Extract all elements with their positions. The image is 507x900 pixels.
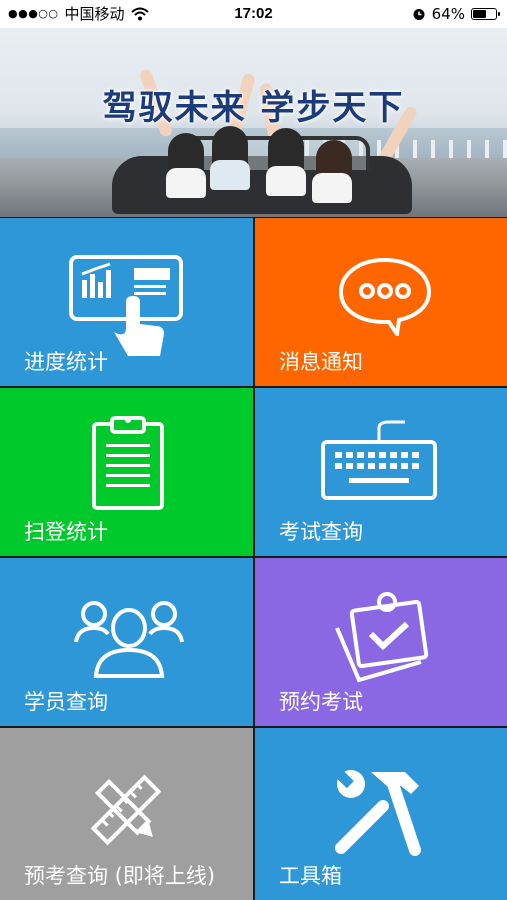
keyboard-icon: [321, 420, 437, 500]
tile-label: 工具箱: [279, 864, 342, 888]
tile-label: 扫登统计: [24, 520, 108, 544]
ruler-pencil-icon: [90, 774, 162, 846]
tools-icon: [335, 770, 421, 856]
tile-label: 考试查询: [279, 520, 363, 544]
tile-label: 进度统计: [24, 350, 108, 374]
battery-percentage: 64%: [431, 5, 465, 23]
battery-icon: [471, 8, 500, 20]
calendar-check-icon: [335, 592, 429, 683]
tile-toolbox[interactable]: 工具箱: [255, 728, 507, 900]
status-bar: ●●●○○ 中国移动 17:02 64%: [0, 0, 507, 28]
banner-slogan: 驾驭未来 学步天下: [102, 88, 405, 128]
clipboard-icon: [92, 416, 164, 510]
tile-exam-query[interactable]: 考试查询: [255, 388, 507, 556]
tile-label: 消息通知: [279, 350, 363, 374]
chat-bubble-icon: [338, 257, 432, 336]
convertible-car-image: [112, 136, 412, 214]
tile-pre-exam-query[interactable]: 预考查询 (即将上线): [0, 728, 253, 900]
alarm-clock-icon: [413, 9, 425, 20]
tile-book-exam[interactable]: 预约考试: [255, 558, 507, 726]
promo-banner[interactable]: 驾驭未来 学步天下: [0, 28, 507, 217]
tile-student-query[interactable]: 学员查询: [0, 558, 253, 726]
tile-scan-register-stats[interactable]: 扫登统计: [0, 388, 253, 556]
tile-message-notice[interactable]: 消息通知: [255, 218, 507, 386]
tile-label: 预约考试: [279, 690, 363, 714]
tile-label: 预考查询 (即将上线): [24, 864, 216, 888]
tile-label: 学员查询: [24, 690, 108, 714]
people-icon: [74, 601, 184, 678]
tile-progress-stats[interactable]: 进度统计: [0, 218, 253, 386]
